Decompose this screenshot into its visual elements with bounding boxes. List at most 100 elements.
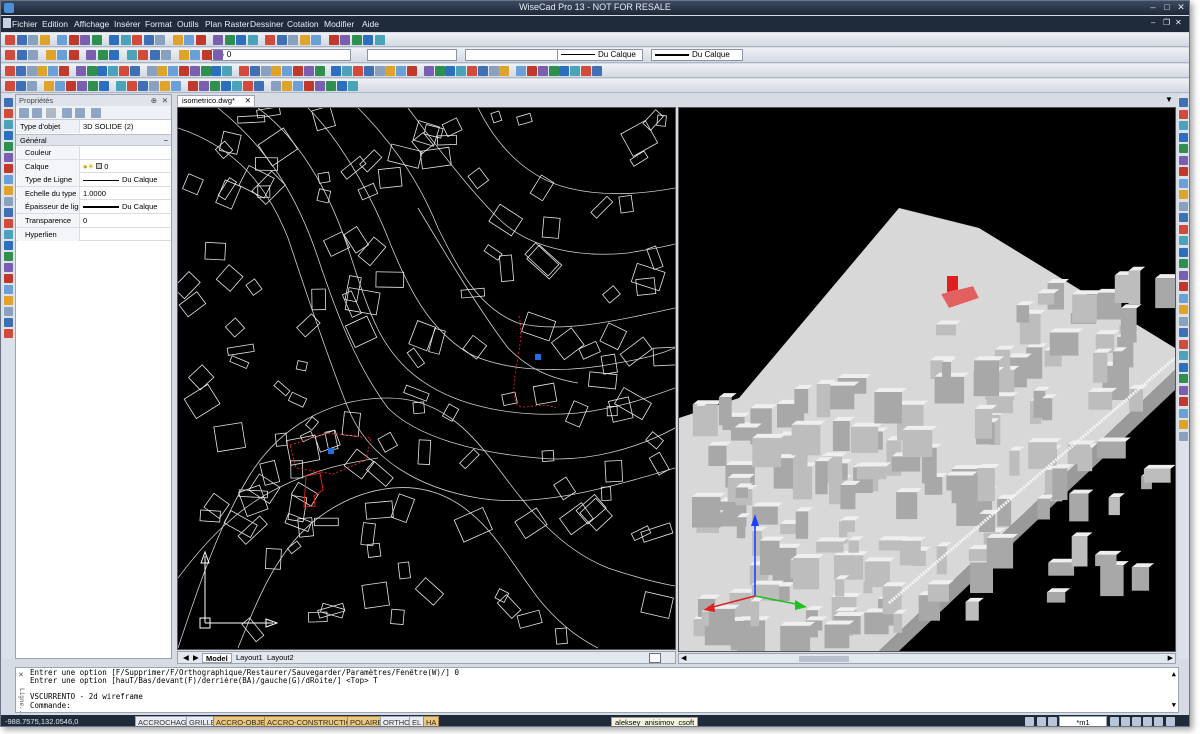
toolbar-button-icon[interactable] <box>97 66 108 76</box>
toolbar-button-icon[interactable] <box>109 50 119 60</box>
toolbar-button-icon[interactable] <box>48 66 59 76</box>
draw-tool-icon[interactable] <box>4 263 13 272</box>
viewport-toggle-icon[interactable] <box>649 653 661 663</box>
draw-tool-icon[interactable] <box>4 296 13 305</box>
layout-icon[interactable] <box>1048 717 1057 726</box>
toolbar-button-icon[interactable] <box>155 35 165 45</box>
modify-tool-icon[interactable] <box>1179 385 1188 395</box>
close-icon[interactable]: ✕ <box>1175 2 1187 13</box>
draw-tool-icon[interactable] <box>4 230 13 239</box>
modify-tool-icon[interactable] <box>1179 201 1188 211</box>
toolbar-button-icon[interactable] <box>146 66 157 76</box>
toolbar-button-icon[interactable] <box>15 66 26 76</box>
object-type-row[interactable]: Type d'objet 3D SOLIDE (2) <box>16 120 171 135</box>
toolbar-button-icon[interactable] <box>55 81 65 91</box>
toolbar-button-icon[interactable] <box>200 66 211 76</box>
toolbar-button-icon[interactable] <box>328 35 339 45</box>
modify-tool-icon[interactable] <box>1179 213 1188 222</box>
toolbar-button-icon[interactable] <box>527 66 537 76</box>
toolbar-button-icon[interactable] <box>591 66 602 76</box>
toolbar-button-icon[interactable] <box>260 66 271 76</box>
toolbar-button-icon[interactable] <box>97 50 108 60</box>
horizontal-scrollbar[interactable]: ◀ ▶ <box>678 653 1176 664</box>
lock-icon[interactable] <box>1166 717 1175 726</box>
toolbar-button-icon[interactable] <box>423 66 434 76</box>
grip-point[interactable] <box>535 354 541 360</box>
toolbar-button-icon[interactable] <box>213 50 223 60</box>
toolbar-button-icon[interactable] <box>86 50 96 60</box>
toolbar-button-icon[interactable] <box>129 66 140 76</box>
toolbar-button-icon[interactable] <box>75 66 86 76</box>
toolbar-button-icon[interactable] <box>581 66 591 76</box>
modify-tool-icon[interactable] <box>1179 132 1188 142</box>
toolbar-button-icon[interactable] <box>119 66 129 76</box>
minimize-icon[interactable]: – <box>1147 2 1159 13</box>
toolbar-button-icon[interactable] <box>213 35 223 45</box>
toolbar-button-icon[interactable] <box>456 66 467 76</box>
toolbar-button-icon[interactable] <box>184 35 194 45</box>
menu-affichage[interactable]: Affichage <box>74 19 109 29</box>
doc-restore-icon[interactable]: ❐ <box>1163 18 1170 27</box>
toolbar-button-icon[interactable] <box>570 66 581 76</box>
toolbar-button-icon[interactable] <box>16 50 27 60</box>
modify-tool-icon[interactable] <box>1179 316 1188 326</box>
collapse-icon[interactable]: − <box>164 135 168 146</box>
toolbar-button-icon[interactable] <box>44 81 54 91</box>
modify-tool-icon[interactable] <box>1179 420 1188 429</box>
draw-tool-icon[interactable] <box>4 285 13 294</box>
close-command-icon[interactable]: ✕ <box>18 672 24 680</box>
toolbar-button-icon[interactable] <box>363 66 374 76</box>
layer-combo[interactable]: ●● 0 <box>211 49 351 61</box>
toolbar-button-icon[interactable] <box>243 81 253 91</box>
toolbar-button-icon[interactable] <box>27 81 37 91</box>
scroll-right-icon[interactable]: ▶ <box>1168 654 1173 662</box>
modify-tool-icon[interactable] <box>1179 328 1188 337</box>
toolbar-button-icon[interactable] <box>160 81 170 91</box>
draw-tool-icon[interactable] <box>4 175 13 184</box>
toolbar-button-icon[interactable] <box>385 66 396 76</box>
property-row-layer[interactable]: Calque ●☀ 0 <box>16 159 171 174</box>
toolbar-button-icon[interactable] <box>304 81 314 91</box>
toolbar-button-icon[interactable] <box>445 66 456 76</box>
modify-tool-icon[interactable] <box>1179 98 1188 107</box>
toolbar-button-icon[interactable] <box>548 66 559 76</box>
toolbar-button-icon[interactable] <box>239 66 249 76</box>
toolbar-button-icon[interactable] <box>337 81 347 91</box>
toolbar-button-icon[interactable] <box>16 35 27 45</box>
modify-tool-icon[interactable] <box>1179 155 1188 165</box>
toolbar-button-icon[interactable] <box>68 35 79 45</box>
modify-tool-icon[interactable] <box>1179 270 1188 280</box>
draw-tool-icon[interactable] <box>4 120 13 129</box>
modify-tool-icon[interactable] <box>1179 408 1188 418</box>
toolbar-button-icon[interactable] <box>108 66 119 76</box>
toolbar-button-icon[interactable] <box>271 66 282 76</box>
toolbar-button-icon[interactable] <box>16 81 26 91</box>
toolbar-button-icon[interactable] <box>199 81 209 91</box>
toolbar-button-icon[interactable] <box>91 35 102 45</box>
modify-tool-icon[interactable] <box>1179 259 1188 268</box>
toolbar-button-icon[interactable] <box>127 81 137 91</box>
modify-tool-icon[interactable] <box>1179 339 1188 349</box>
tabs-menu-icon[interactable]: ▼ <box>1165 95 1173 104</box>
model-space-icon[interactable] <box>1025 717 1034 726</box>
scroll-down-icon[interactable]: ▼ <box>1172 701 1176 709</box>
grip-point[interactable] <box>328 448 334 454</box>
toolbar-button-icon[interactable] <box>282 66 293 76</box>
toolbar-button-icon[interactable] <box>467 66 477 76</box>
drawing-canvas-3d[interactable] <box>679 108 1187 661</box>
toolbar-button-icon[interactable] <box>80 35 90 45</box>
modify-tool-icon[interactable] <box>1179 247 1188 257</box>
help-icon[interactable] <box>91 108 101 118</box>
toolbar-button-icon[interactable] <box>222 66 233 76</box>
toolbar-button-icon[interactable] <box>211 66 222 76</box>
toolbar-button-icon[interactable] <box>86 66 97 76</box>
draw-tool-icon[interactable] <box>4 219 13 228</box>
modify-tool-icon[interactable] <box>1179 362 1188 372</box>
toolbar-button-icon[interactable] <box>271 81 281 91</box>
toolbar-button-icon[interactable] <box>488 66 499 76</box>
toggle-el[interactable]: EL <box>409 716 425 726</box>
toolbar-button-icon[interactable] <box>39 35 50 45</box>
toolbar-button-icon[interactable] <box>59 66 69 76</box>
toolbar-button-icon[interactable] <box>149 81 159 91</box>
scroll-left-icon[interactable]: ◀ <box>681 654 686 662</box>
